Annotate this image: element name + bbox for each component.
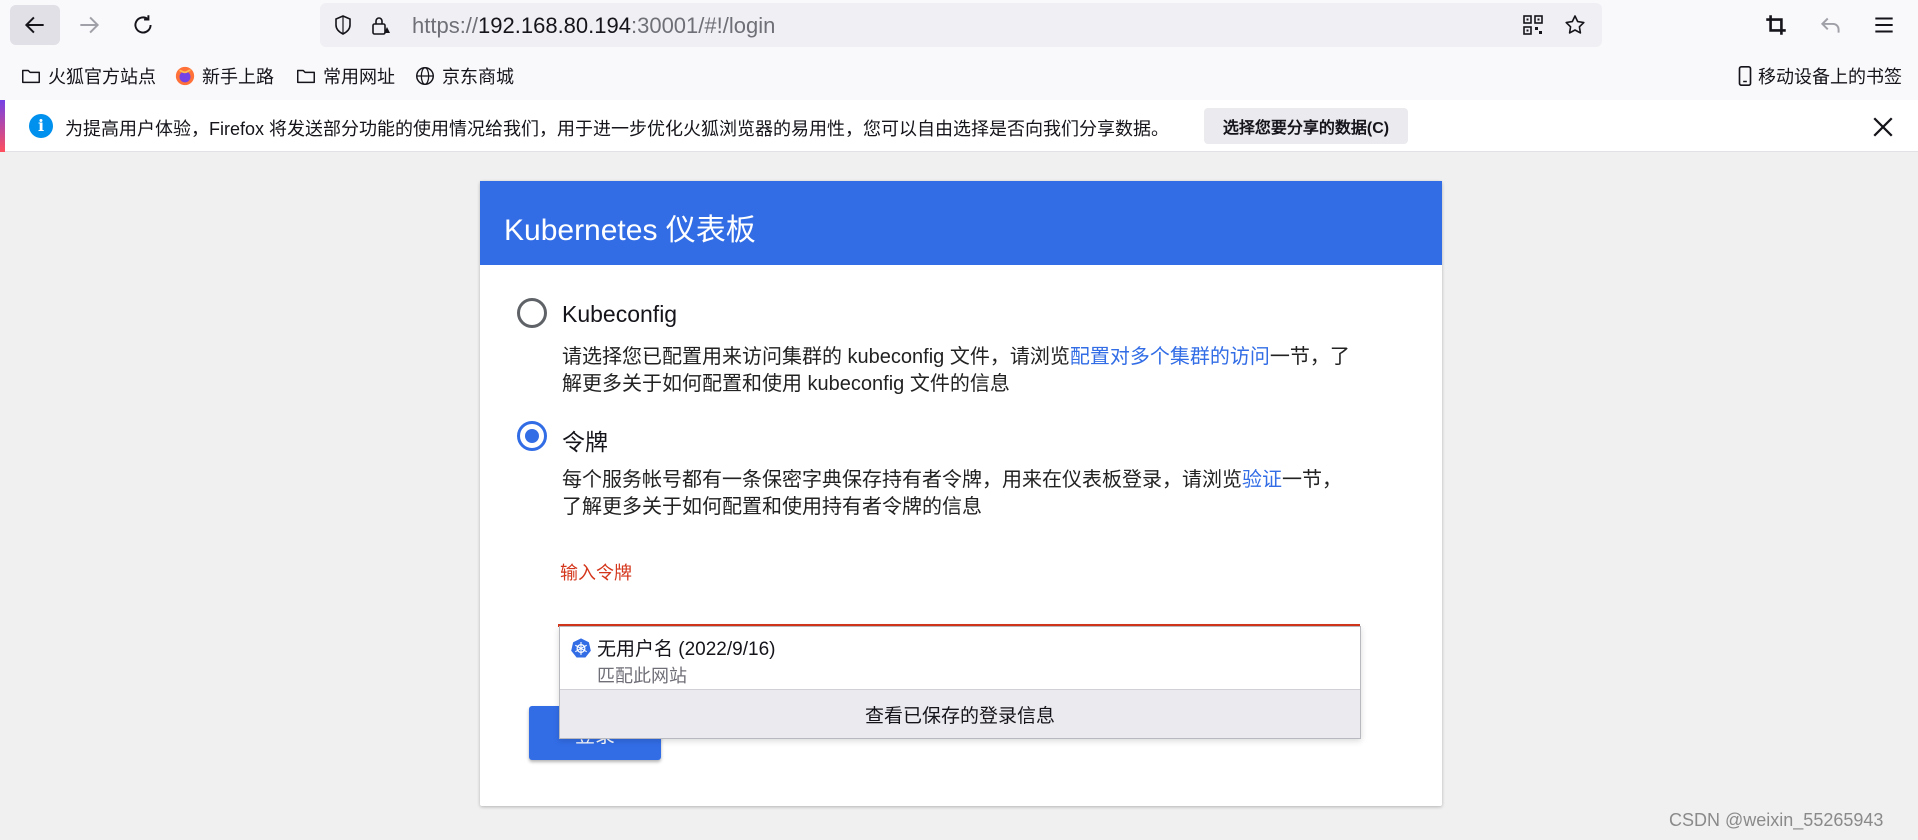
forward-button[interactable] xyxy=(64,5,114,45)
globe-icon xyxy=(416,67,434,85)
back-arrow-icon xyxy=(24,16,44,34)
view-saved-logins-button[interactable]: 查看已保存的登录信息 xyxy=(560,689,1360,738)
back-button[interactable] xyxy=(10,5,60,45)
kubeconfig-label[interactable]: Kubeconfig xyxy=(562,301,677,328)
app-menu-button[interactable] xyxy=(1859,5,1909,45)
url-bar[interactable]: https://192.168.80.194:30001/#!/login xyxy=(320,3,1602,47)
bookmark-mobile[interactable]: 移动设备上的书签 xyxy=(1734,63,1902,89)
url-text[interactable]: https://192.168.80.194:30001/#!/login xyxy=(412,13,775,39)
token-option-label[interactable]: 令牌 xyxy=(562,423,608,457)
kubernetes-icon xyxy=(571,638,591,658)
bookmark-jd-mall[interactable]: 京东商城 xyxy=(414,63,514,89)
description-text: 每个服务帐号都有一条保密字典保存持有者令牌，用来在仪表板登录，请浏览 xyxy=(562,469,1242,491)
token-description: 每个服务帐号都有一条保密字典保存持有者令牌，用来在仪表板登录，请浏览验证一节，了… xyxy=(562,467,1352,521)
bookmark-label: 常用网址 xyxy=(323,67,395,87)
mobile-icon xyxy=(1738,66,1752,86)
url-scheme: https:// xyxy=(412,13,479,38)
folder-icon xyxy=(297,69,315,84)
qr-code-icon[interactable] xyxy=(1521,13,1545,37)
star-icon[interactable] xyxy=(1563,13,1587,37)
bookmark-firefox-official[interactable]: 火狐官方站点 xyxy=(20,63,156,89)
choose-data-button[interactable]: 选择您要分享的数据(C) xyxy=(1204,108,1408,144)
undo-icon xyxy=(1820,17,1840,33)
lock-icon[interactable] xyxy=(368,13,392,37)
site-match-label: 匹配此网站 xyxy=(597,666,687,686)
url-path: :30001/#!/login xyxy=(630,13,776,38)
reload-icon xyxy=(134,15,152,34)
undo-button[interactable] xyxy=(1806,5,1856,45)
card-header: Kubernetes 仪表板 xyxy=(480,181,1442,265)
token-radio[interactable] xyxy=(517,421,547,451)
menu-icon xyxy=(1875,17,1893,33)
notification-accent xyxy=(0,100,5,152)
bookmark-label: 京东商城 xyxy=(442,67,514,87)
crop-icon xyxy=(1766,15,1786,35)
shield-icon[interactable] xyxy=(331,13,355,37)
notification-text: 为提高用户体验，Firefox 将发送部分功能的使用情况给我们，用于进一步优化火… xyxy=(65,119,1170,139)
bookmark-label: 火狐官方站点 xyxy=(48,67,156,87)
watermark: CSDN @weixin_55265943 xyxy=(1669,810,1884,830)
telemetry-notification-bar: i 为提高用户体验，Firefox 将发送部分功能的使用情况给我们，用于进一步优… xyxy=(0,100,1918,152)
token-input-label: 输入令牌 xyxy=(560,563,632,583)
info-icon: i xyxy=(29,114,53,138)
forward-arrow-icon xyxy=(80,16,100,34)
bookmark-getting-started[interactable]: 新手上路 xyxy=(174,63,274,89)
bookmark-common-sites[interactable]: 常用网址 xyxy=(295,63,395,89)
login-autocomplete-popup: 无用户名 (2022/9/16) 匹配此网站 查看已保存的登录信息 xyxy=(559,626,1361,739)
multi-cluster-access-link[interactable]: 配置对多个集群的访问 xyxy=(1070,346,1270,368)
browser-toolbar: https://192.168.80.194:30001/#!/login xyxy=(0,0,1918,50)
firefox-icon xyxy=(175,66,195,86)
bookmark-label: 移动设备上的书签 xyxy=(1758,67,1902,87)
reload-button[interactable] xyxy=(118,5,168,45)
screenshot-button[interactable] xyxy=(1751,5,1801,45)
bookmark-label: 新手上路 xyxy=(202,67,274,87)
folder-icon xyxy=(22,69,40,84)
bookmarks-bar: 火狐官方站点 新手上路 常用网址 京东商城 移动设备上的书签 xyxy=(0,50,1918,100)
close-icon[interactable] xyxy=(1868,112,1898,142)
saved-login-item[interactable]: 无用户名 (2022/9/16) 匹配此网站 xyxy=(560,627,1360,689)
url-host: 192.168.80.194 xyxy=(478,13,631,38)
page-title: Kubernetes 仪表板 xyxy=(504,214,756,247)
kubeconfig-description: 请选择您已配置用来访问集群的 kubeconfig 文件，请浏览配置对多个集群的… xyxy=(562,344,1352,398)
saved-username: 无用户名 (2022/9/16) xyxy=(597,639,776,660)
description-text: 请选择您已配置用来访问集群的 kubeconfig 文件，请浏览 xyxy=(562,346,1070,368)
kubeconfig-radio[interactable] xyxy=(517,298,547,328)
authentication-link[interactable]: 验证 xyxy=(1242,469,1282,491)
